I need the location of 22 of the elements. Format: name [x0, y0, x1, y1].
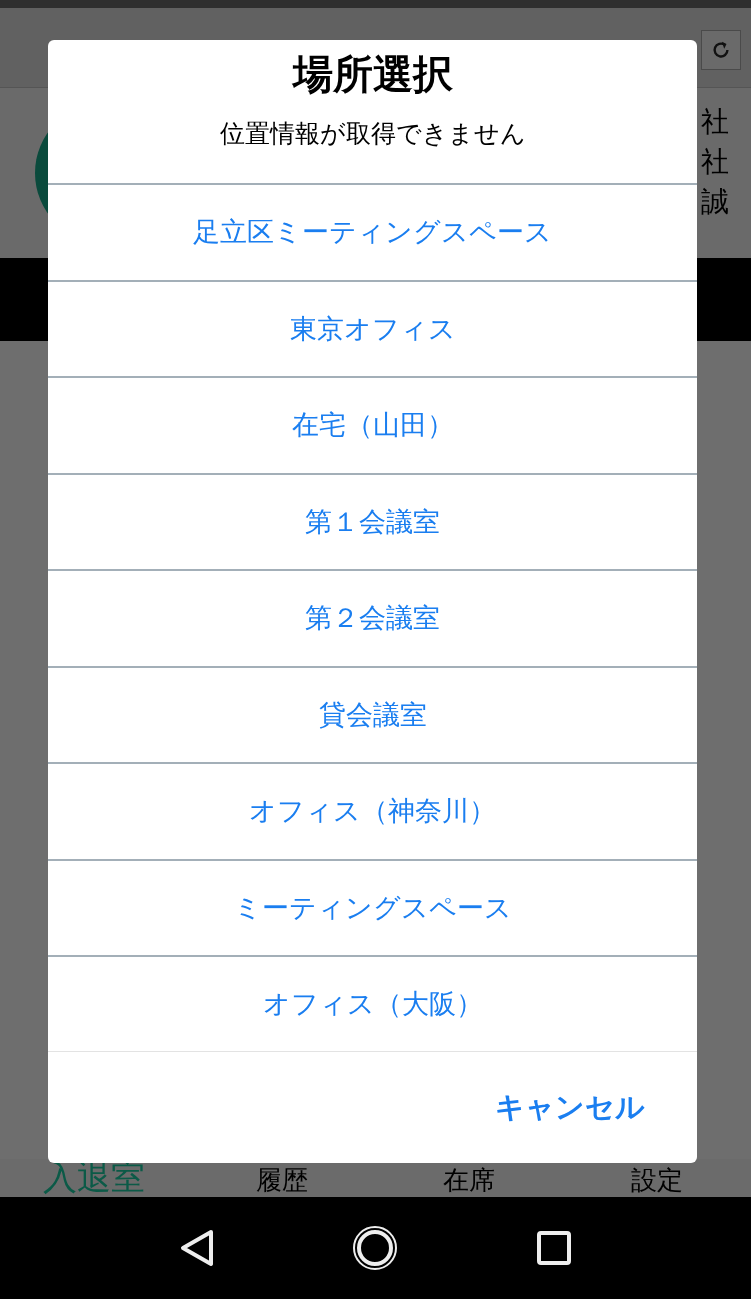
location-option[interactable]: 在宅（山田） — [48, 376, 697, 473]
tab[interactable]: 設定 — [563, 1163, 751, 1197]
home-icon[interactable] — [352, 1225, 399, 1271]
refresh-button[interactable] — [701, 30, 741, 70]
location-option[interactable]: 第２会議室 — [48, 569, 697, 666]
dialog-title: 場所選択 — [292, 50, 453, 99]
location-option[interactable]: 第１会議室 — [48, 472, 697, 569]
location-option[interactable]: 足立区ミーティングスペース — [48, 183, 697, 280]
location-option[interactable]: オフィス（神奈川） — [48, 762, 697, 859]
location-option[interactable]: 貸会議室 — [48, 665, 697, 762]
location-option[interactable]: 東京オフィス — [48, 279, 697, 376]
back-icon[interactable] — [178, 1228, 215, 1268]
side-text: 社 — [701, 104, 729, 140]
location-option[interactable]: オフィス（大阪） — [48, 955, 697, 1052]
dialog-message: 位置情報が取得できません — [219, 118, 526, 150]
tab[interactable]: 履歴 — [187, 1163, 376, 1197]
cancel-button[interactable]: キャンセル — [493, 1085, 647, 1129]
side-text: 社 — [701, 144, 729, 180]
location-option[interactable]: ミーティングスペース — [48, 858, 697, 955]
recents-icon[interactable] — [536, 1230, 573, 1266]
tab[interactable]: 在席 — [375, 1163, 564, 1197]
side-text: 誠 — [701, 184, 729, 220]
